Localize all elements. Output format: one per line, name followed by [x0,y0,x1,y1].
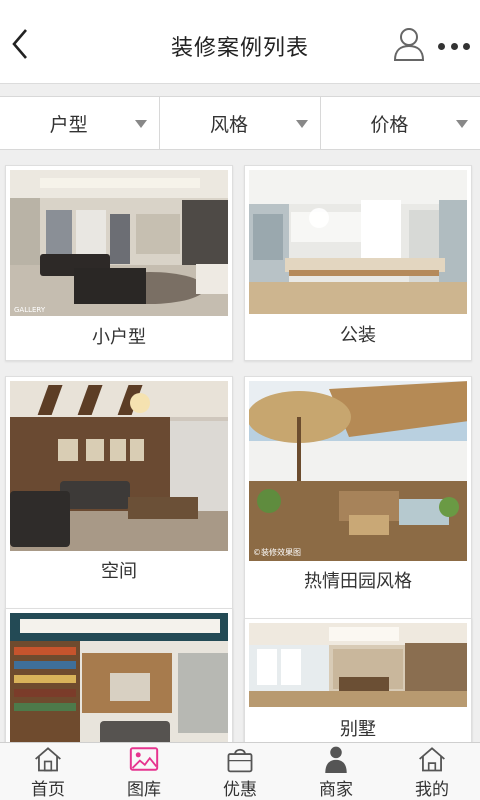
case-photo: GALLERY [10,170,228,316]
person-icon [325,746,347,773]
tab-label: 优惠 [223,780,257,800]
caret-down-icon [135,120,148,128]
more-dot-icon [438,42,445,50]
more-options-button[interactable] [438,34,470,58]
user-button[interactable] [392,26,426,62]
tab-merchants[interactable]: 商家 [288,743,384,800]
photo-watermark: GALLERY [14,306,46,314]
tab-gallery[interactable]: 图库 [96,743,192,800]
case-photo: ©装修效果图 [249,381,467,561]
case-caption: 公装 [340,325,376,346]
gallery-icon [129,747,159,771]
caret-down-icon [455,120,468,128]
case-card-library[interactable] [5,608,233,742]
case-photo [10,381,228,551]
filter-style[interactable]: 风格 [160,97,321,149]
photo-watermark: ©装修效果图 [253,547,301,557]
filter-label: 价格 [370,113,409,136]
case-card-small-apartment[interactable]: GALLERY 小户型 [5,165,233,361]
more-dot-icon [463,42,470,50]
shopping-bag-icon [227,748,253,773]
tab-label: 商家 [319,780,353,800]
case-caption: 热情田园风格 [304,571,412,592]
user-icon [393,28,425,61]
case-card-villa[interactable]: 别墅 [244,618,472,742]
app-root: 装修案例列表 户型 风格 价格 GALLERY 小户型 公装 空间 ©装修效果图… [0,0,480,800]
tab-label: 图库 [127,780,161,800]
home-outline-icon [419,747,445,772]
case-photo [249,170,467,314]
caret-down-icon [295,120,308,128]
case-caption: 别墅 [340,719,376,740]
case-caption: 小户型 [92,327,146,348]
top-bar: 装修案例列表 [0,0,480,84]
filter-bar: 户型 风格 价格 [0,96,480,150]
filter-label: 风格 [209,113,248,136]
filter-price[interactable]: 价格 [321,97,480,149]
case-grid: GALLERY 小户型 公装 空间 ©装修效果图 热情田园风格 别墅 [0,150,480,742]
case-photo [10,613,228,742]
more-dot-icon [450,42,458,50]
tab-deals[interactable]: 优惠 [192,743,288,800]
case-caption: 空间 [101,561,137,582]
tab-label: 首页 [31,780,65,800]
tab-mine[interactable]: 我的 [384,743,480,800]
tab-label: 我的 [415,780,449,800]
home-icon [35,747,61,772]
filter-label: 户型 [49,113,88,136]
bottom-tab-bar: 首页 图库 优惠 商家 我的 [0,742,480,800]
case-photo [249,623,467,707]
case-card-commercial[interactable]: 公装 [244,165,472,361]
tab-home[interactable]: 首页 [0,743,96,800]
filter-layout[interactable]: 户型 [0,97,161,149]
